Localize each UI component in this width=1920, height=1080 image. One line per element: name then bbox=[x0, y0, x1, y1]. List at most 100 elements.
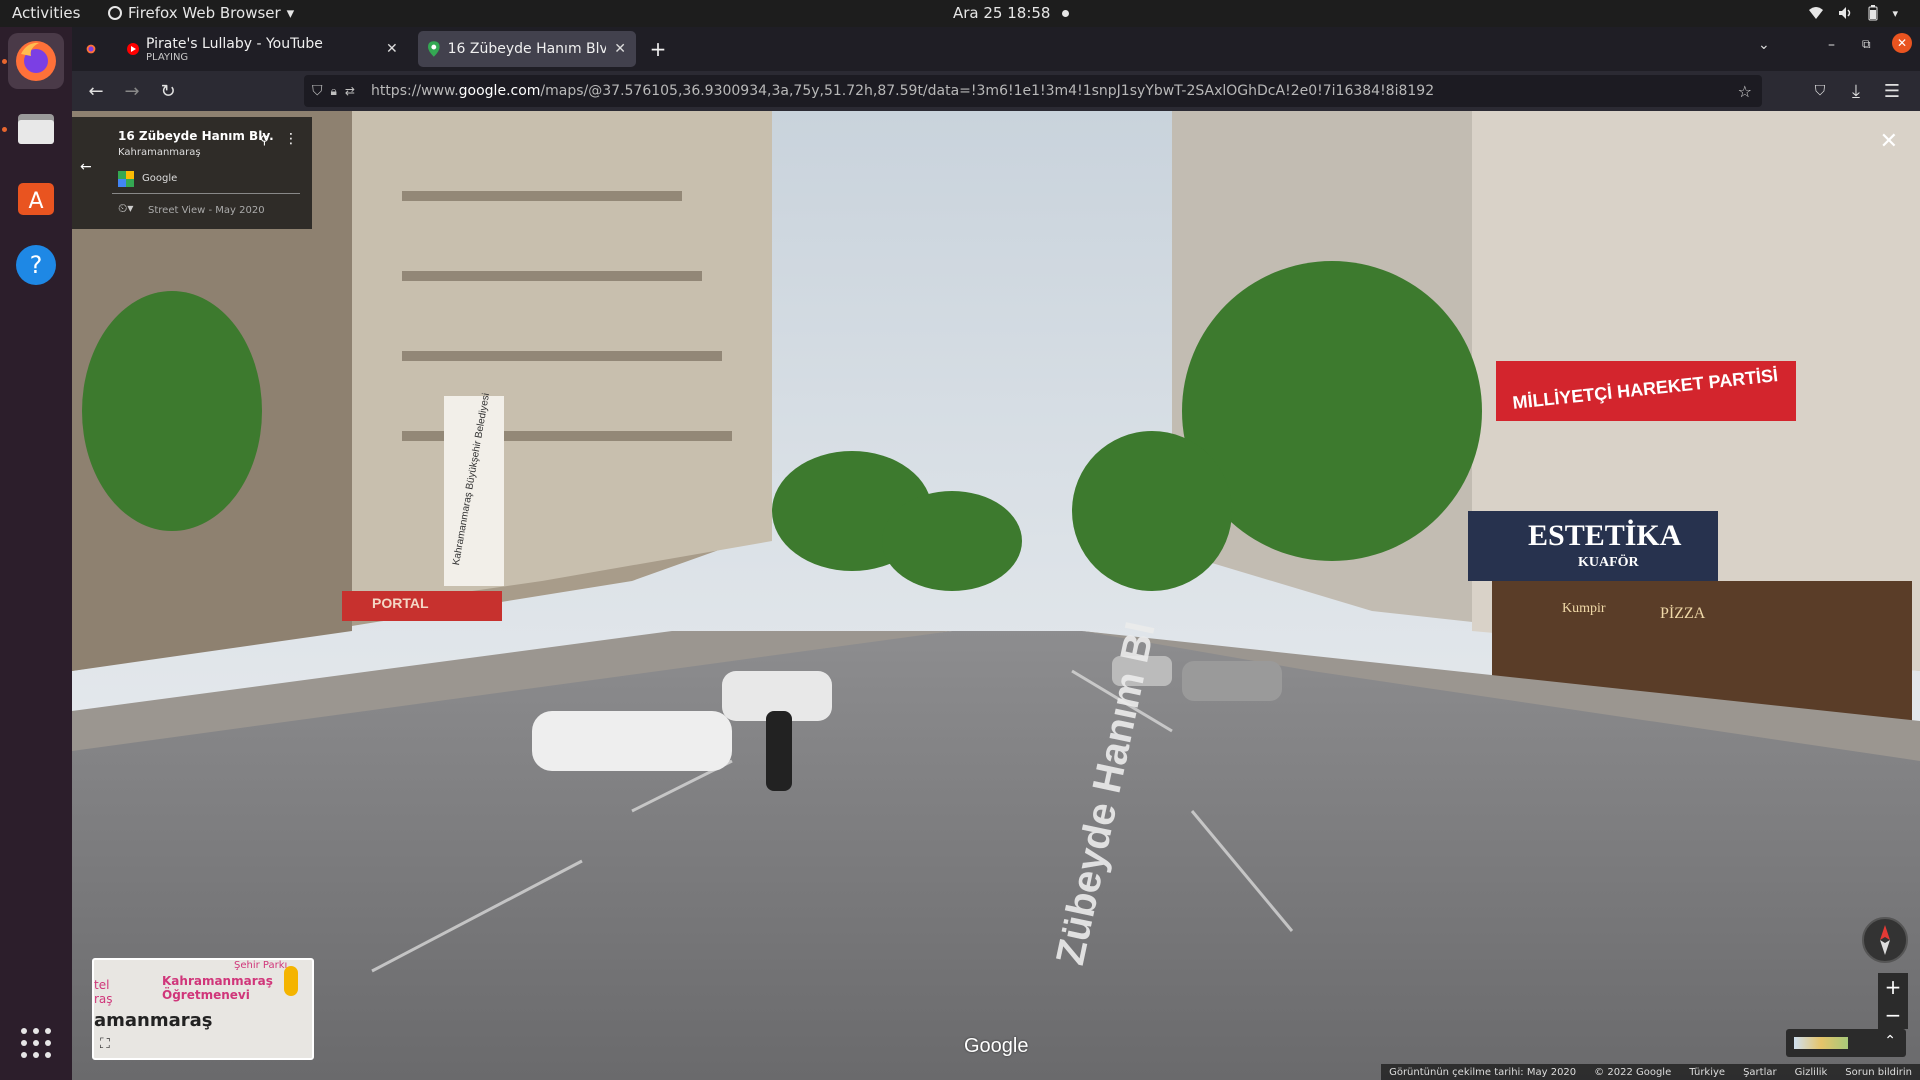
help-icon: ? bbox=[16, 245, 56, 285]
app-menu-label: Firefox Web Browser bbox=[128, 4, 281, 22]
footer-region-link[interactable]: Türkiye bbox=[1689, 1067, 1725, 1078]
dock-software[interactable]: A bbox=[8, 169, 64, 225]
grid-icon bbox=[21, 1028, 51, 1058]
battery-icon bbox=[1868, 5, 1878, 21]
footer-terms-link[interactable]: Şartlar bbox=[1743, 1067, 1777, 1078]
zoom-out-button[interactable]: − bbox=[1878, 1001, 1908, 1029]
street-panorama-image bbox=[72, 111, 1920, 1080]
url-domain: google.com bbox=[458, 83, 541, 99]
pizza-sign-text: PİZZA bbox=[1660, 605, 1706, 622]
close-street-view-icon[interactable]: ✕ bbox=[1880, 129, 1898, 154]
back-arrow-icon[interactable]: ← bbox=[80, 159, 92, 175]
expand-map-icon[interactable]: ⛶ bbox=[100, 1036, 110, 1052]
url-path: /maps/@37.576105,36.9300934,3a,75y,51.72… bbox=[540, 83, 1435, 99]
kumpir-sign-text: Kumpir bbox=[1562, 601, 1606, 616]
system-top-bar: Activities Firefox Web Browser ▾ Ara 25 … bbox=[0, 0, 1920, 27]
firefox-view-icon bbox=[86, 44, 96, 54]
location-city: Kahramanmaraş bbox=[118, 147, 201, 158]
map-footer: Görüntünün çekilme tarihi: May 2020 © 20… bbox=[1381, 1064, 1920, 1080]
firefox-view-button[interactable] bbox=[76, 31, 106, 67]
thumbnail-icon bbox=[1794, 1037, 1848, 1049]
url-bar[interactable]: ⛉ 🔒︎ ⇄ https://www.google.com/maps/@37.5… bbox=[304, 75, 1762, 107]
forward-button[interactable]: → bbox=[120, 79, 144, 103]
dock-files[interactable] bbox=[8, 101, 64, 157]
activities-button[interactable]: Activities bbox=[12, 4, 80, 22]
maps-pin-icon bbox=[428, 41, 440, 57]
salon-sign-text: ESTETİKA bbox=[1528, 519, 1682, 552]
close-tab-icon[interactable]: ✕ bbox=[614, 41, 626, 57]
tab-playing-label: PLAYING bbox=[146, 51, 189, 63]
plus-icon: + bbox=[1884, 975, 1902, 999]
more-options-icon[interactable]: ⋮ bbox=[284, 131, 298, 147]
svg-text:A: A bbox=[28, 189, 43, 214]
arrow-right-icon: → bbox=[124, 80, 140, 102]
minimap[interactable]: Şehir Parkı tel raş Kahramanmaraş Öğretm… bbox=[92, 958, 314, 1060]
layers-control[interactable]: ⌃ bbox=[1786, 1029, 1906, 1057]
minimap-city-label: amanmaraş bbox=[94, 1010, 213, 1031]
provider-label: Google bbox=[142, 173, 178, 184]
location-card: ← 16 Zübeyde Hanım Blv. Kahramanmaraş ⚲ … bbox=[72, 117, 312, 229]
download-icon: ⤓ bbox=[1852, 80, 1860, 102]
minimap-park-label: Şehir Parkı bbox=[234, 960, 288, 971]
tab-title: 16 Zübeyde Hanım Blv. - G bbox=[447, 41, 607, 57]
pocket-button[interactable]: ⛉ bbox=[1808, 79, 1832, 103]
pocket-icon: ⛉ bbox=[1814, 83, 1826, 99]
tracking-shield-icon[interactable]: ⛉ bbox=[312, 83, 323, 99]
list-all-tabs-icon[interactable]: ⌄ bbox=[1758, 37, 1770, 53]
close-window-icon[interactable]: ✕ bbox=[1892, 33, 1912, 53]
app-menu[interactable]: Firefox Web Browser ▾ bbox=[108, 4, 294, 22]
map-pin-icon[interactable]: ⚲ bbox=[260, 133, 269, 147]
close-tab-icon[interactable]: ✕ bbox=[386, 41, 398, 57]
running-indicator bbox=[2, 59, 7, 64]
chevron-up-icon: ⌃ bbox=[1884, 1033, 1896, 1049]
salon-subsign-text: KUAFÖR bbox=[1578, 555, 1639, 570]
youtube-icon bbox=[127, 43, 139, 55]
dock: A ? bbox=[0, 27, 72, 1080]
minus-icon: − bbox=[1884, 1003, 1902, 1027]
notification-dot bbox=[1062, 10, 1070, 17]
lock-icon[interactable]: 🔒︎ bbox=[331, 84, 337, 99]
tab-bar: Pirate's Lullaby - YouTube PLAYING ✕ 16 … bbox=[72, 27, 1920, 71]
footer-capture-date: Görüntünün çekilme tarihi: May 2020 bbox=[1389, 1066, 1577, 1078]
downloads-button[interactable]: ⤓ bbox=[1844, 79, 1868, 103]
url-text: https://www.google.com/maps/@37.576105,3… bbox=[371, 83, 1434, 99]
history-clock-icon[interactable]: ⏲▾ bbox=[118, 201, 133, 216]
compass-needle-icon bbox=[1880, 925, 1890, 955]
clock[interactable]: Ara 25 18:58 bbox=[953, 4, 1070, 22]
dock-show-apps[interactable] bbox=[8, 1015, 64, 1071]
power-menu-icon: ▾ bbox=[1892, 6, 1898, 20]
tab-google-maps[interactable]: 16 Zübeyde Hanım Blv. - G ✕ bbox=[418, 31, 636, 67]
svg-text:?: ? bbox=[30, 251, 43, 279]
hamburger-icon: ☰ bbox=[1883, 80, 1901, 102]
tab-title: Pirate's Lullaby - YouTube bbox=[146, 35, 323, 52]
new-tab-button[interactable]: + bbox=[642, 31, 674, 67]
capture-date-label: Street View - May 2020 bbox=[148, 205, 265, 216]
dock-help[interactable]: ? bbox=[8, 237, 64, 293]
menu-button[interactable]: ☰ bbox=[1880, 79, 1904, 103]
footer-copyright: © 2022 Google bbox=[1594, 1066, 1672, 1078]
footer-report-link[interactable]: Sorun bildirin bbox=[1845, 1067, 1912, 1078]
clock-label: Ara 25 18:58 bbox=[953, 4, 1051, 22]
footer-privacy-link[interactable]: Gizlilik bbox=[1795, 1067, 1828, 1078]
arrow-left-icon: ← bbox=[88, 80, 104, 102]
minimize-icon[interactable]: – bbox=[1828, 37, 1835, 53]
compass-control[interactable] bbox=[1862, 917, 1908, 963]
pegman-icon[interactable] bbox=[284, 966, 298, 996]
system-tray[interactable]: ▾ bbox=[1808, 5, 1898, 21]
running-indicator bbox=[2, 127, 7, 132]
navigation-bar: ← → ↻ ⛉ 🔒︎ ⇄ https://www.google.com/maps… bbox=[72, 71, 1920, 111]
permissions-icon[interactable]: ⇄ bbox=[345, 84, 355, 98]
street-view-panorama[interactable]: MİLLİYETÇİ HAREKET PARTİSİ ESTETİKA KUAF… bbox=[72, 111, 1920, 1080]
location-title: 16 Zübeyde Hanım Blv. bbox=[118, 129, 274, 143]
card-divider bbox=[112, 193, 300, 194]
tab-youtube[interactable]: Pirate's Lullaby - YouTube PLAYING ✕ bbox=[116, 31, 408, 67]
zoom-in-button[interactable]: + bbox=[1878, 973, 1908, 1001]
back-button[interactable]: ← bbox=[84, 79, 108, 103]
restore-icon[interactable]: ⧉ bbox=[1862, 37, 1871, 52]
dock-firefox[interactable] bbox=[8, 33, 64, 89]
files-icon bbox=[18, 114, 54, 144]
reload-button[interactable]: ↻ bbox=[156, 79, 180, 103]
minimap-hotel-label: tel raş bbox=[94, 978, 113, 1006]
firefox-icon bbox=[16, 41, 56, 81]
bookmark-star-icon[interactable]: ☆ bbox=[1738, 82, 1752, 101]
